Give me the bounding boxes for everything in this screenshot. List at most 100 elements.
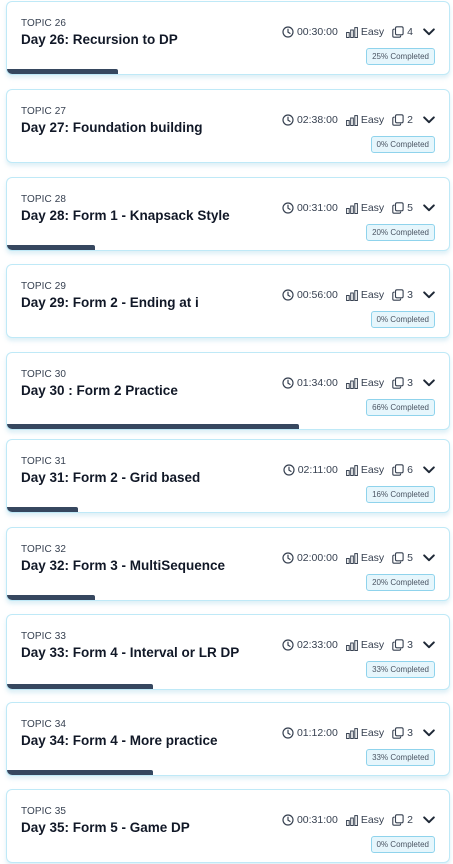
copy-icon [392,202,407,214]
chevron-down-icon[interactable] [423,554,435,562]
topic-title: Day 32: Form 3 - MultiSequence [21,558,226,573]
topic-card-35[interactable]: TOPIC 35 Day 35: Form 5 - Game DP 00:31:… [6,789,450,863]
topic-card-30[interactable]: TOPIC 30 Day 30 : Form 2 Practice 01:34:… [6,352,450,430]
difficulty: Easy [345,289,384,301]
completion-badge: 0% Completed [370,836,435,853]
bar-chart-icon [345,814,361,826]
topic-number: TOPIC 26 [21,18,67,29]
difficulty: Easy [345,639,384,651]
completion-badge: 0% Completed [370,311,435,328]
clock-icon [282,814,297,826]
topic-card-33[interactable]: TOPIC 33 Day 33: Form 4 - Interval or LR… [6,614,450,690]
topic-title: Day 26: Recursion to DP [21,32,178,47]
topic-card-27[interactable]: TOPIC 27 Day 27: Foundation building 02:… [6,89,450,163]
progress-bar [7,595,96,600]
chevron-down-icon[interactable] [423,204,435,212]
chevron-down-icon[interactable] [423,466,435,474]
completion-badge: 20% Completed [366,224,435,241]
topic-meta: 00:31:00 Easy 2 [282,812,435,828]
clock-icon [282,377,297,389]
problem-count: 5 [392,202,413,214]
topic-card-31[interactable]: TOPIC 31 Day 31: Form 2 - Grid based 02:… [6,439,450,513]
topic-card-29[interactable]: TOPIC 29 Day 29: Form 2 - Ending at i 00… [6,264,450,338]
topic-number: TOPIC 30 [21,369,67,380]
topic-number: TOPIC 31 [21,456,67,467]
copy-icon [392,114,407,126]
difficulty: Easy [345,377,384,389]
chevron-down-icon[interactable] [423,291,435,299]
chevron-down-icon[interactable] [423,816,435,824]
difficulty: Easy [345,114,385,126]
problem-count: 2 [392,814,413,826]
progress-bar [7,424,299,429]
topic-meta: 02:33:00 Easy 3 [282,637,435,653]
copy-icon [392,26,407,38]
difficulty: Easy [345,464,384,476]
copy-icon [392,814,407,826]
progress-bar [7,507,78,512]
duration-value: 00:31:00 [296,814,338,826]
bar-chart-icon [345,552,361,564]
topic-card-32[interactable]: TOPIC 32 Day 32: Form 3 - MultiSequence … [6,527,450,601]
clock-icon [282,639,297,651]
clock-icon [282,114,297,126]
problem-count-value: 3 [407,727,413,739]
difficulty-value: Easy [360,114,385,126]
topic-number: TOPIC 29 [21,281,67,292]
bar-chart-icon [345,377,361,389]
chevron-down-icon[interactable] [423,379,435,387]
clock-icon [282,727,297,739]
difficulty-value: Easy [360,727,385,739]
topic-meta: 01:34:00 Easy 3 [282,375,435,391]
clock-icon [282,202,297,214]
topic-meta: 00:56:00 Easy 3 [282,287,435,303]
bar-chart-icon [345,727,361,739]
topic-card-34[interactable]: TOPIC 34 Day 34: Form 4 - More practice … [6,702,450,776]
duration-value: 00:31:00 [296,202,338,214]
difficulty: Easy [345,814,384,826]
problem-count-value: 2 [407,814,413,826]
copy-icon [392,727,407,739]
clock-icon [282,552,297,564]
clock-icon [282,289,297,301]
topic-number: TOPIC 32 [21,544,67,555]
completion-badge: 25% Completed [366,48,435,65]
duration-value: 02:33:00 [296,639,338,651]
topic-meta: 01:12:00 Easy 3 [282,725,435,741]
topic-card-26[interactable]: TOPIC 26 Day 26: Recursion to DP 00:30:0… [6,1,450,75]
completion-badge: 66% Completed [366,399,435,416]
problem-count-value: 4 [407,26,413,38]
progress-bar [7,69,118,74]
problem-count: 2 [392,114,413,126]
duration: 00:56:00 [282,289,338,301]
chevron-down-icon[interactable] [423,116,435,124]
problem-count-value: 2 [407,114,413,126]
difficulty: Easy [345,202,384,214]
chevron-down-icon[interactable] [423,729,435,737]
duration: 01:34:00 [282,377,338,389]
problem-count: 3 [392,377,413,389]
difficulty-value: Easy [360,26,385,38]
completion-badge: 33% Completed [366,749,435,766]
topic-title: Day 29: Form 2 - Ending at i [21,295,199,310]
problem-count-value: 3 [407,377,413,389]
clock-icon [282,26,297,38]
duration: 02:00:00 [282,552,338,564]
bar-chart-icon [345,26,361,38]
topic-card-28[interactable]: TOPIC 28 Day 28: Form 1 - Knapsack Style… [6,177,450,251]
duration: 02:11:00 [283,464,338,476]
problem-count: 3 [392,727,413,739]
topic-meta: 02:00:00 Easy 5 [282,550,435,566]
completion-badge: 20% Completed [366,574,435,591]
duration-value: 02:00:00 [296,552,338,564]
chevron-down-icon[interactable] [423,641,435,649]
topic-title: Day 30 : Form 2 Practice [21,383,178,398]
clock-icon [283,464,298,476]
topic-meta: 02:38:00 Easy 2 [282,112,435,128]
problem-count: 3 [392,639,413,651]
problem-count-value: 3 [407,639,413,651]
chevron-down-icon[interactable] [423,28,435,36]
copy-icon [392,289,407,301]
problem-count-value: 6 [407,464,413,476]
copy-icon [392,464,407,476]
